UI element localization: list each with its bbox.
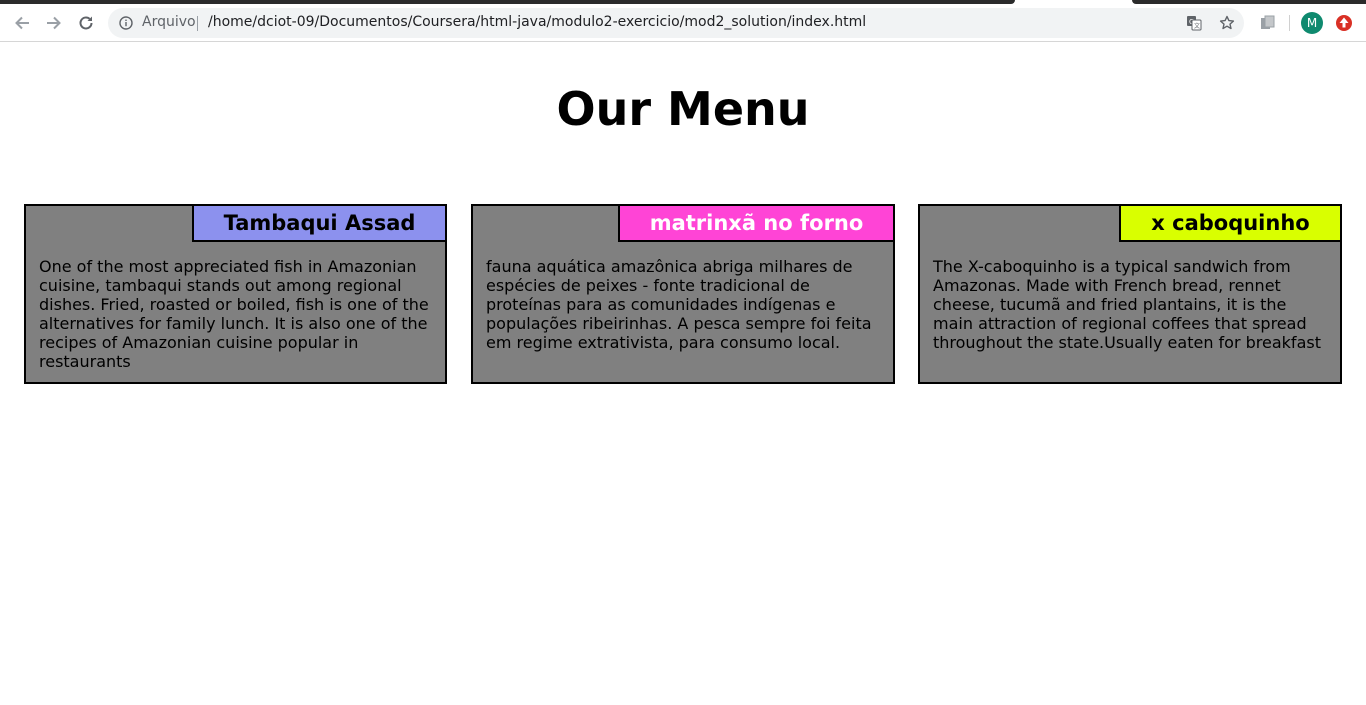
- menu-item-description: The X-caboquinho is a typical sandwich f…: [933, 257, 1321, 352]
- star-icon[interactable]: [1219, 15, 1235, 31]
- svg-text:文: 文: [1194, 22, 1200, 30]
- menu-item-title: matrinxã no forno: [618, 204, 895, 242]
- extension-icon[interactable]: [1258, 13, 1278, 33]
- back-arrow-icon[interactable]: [9, 10, 35, 36]
- menu-item-description: fauna aquática amazônica abriga milhares…: [486, 257, 872, 352]
- browser-toolbar: Arquivo /home/dciot-09/Documentos/Course…: [0, 4, 1366, 42]
- profile-avatar[interactable]: M: [1301, 12, 1323, 34]
- url-text[interactable]: /home/dciot-09/Documentos/Coursera/html-…: [208, 14, 866, 30]
- url-divider: [197, 16, 198, 31]
- origin-label: Arquivo: [142, 14, 196, 30]
- menu-card-matrinxa: matrinxã no forno fauna aquática amazôni…: [471, 204, 895, 384]
- menu-card-tambaqui: Tambaqui Assad One of the most appreciat…: [24, 204, 447, 384]
- translate-icon[interactable]: G 文: [1186, 15, 1202, 31]
- info-icon[interactable]: [119, 16, 133, 30]
- menu-card-x-caboquinho: x caboquinho The X-caboquinho is a typic…: [918, 204, 1342, 384]
- forward-arrow-icon[interactable]: [41, 10, 67, 36]
- menu-item-title: Tambaqui Assad: [192, 204, 447, 242]
- update-icon[interactable]: [1334, 13, 1354, 33]
- address-bar[interactable]: Arquivo /home/dciot-09/Documentos/Course…: [108, 8, 1244, 38]
- menu-item-description: One of the most appreciated fish in Amaz…: [39, 257, 429, 371]
- reload-icon[interactable]: [73, 10, 99, 36]
- toolbar-divider: [1289, 15, 1290, 31]
- page-title: Our Menu: [556, 82, 810, 136]
- menu-item-title: x caboquinho: [1119, 204, 1342, 242]
